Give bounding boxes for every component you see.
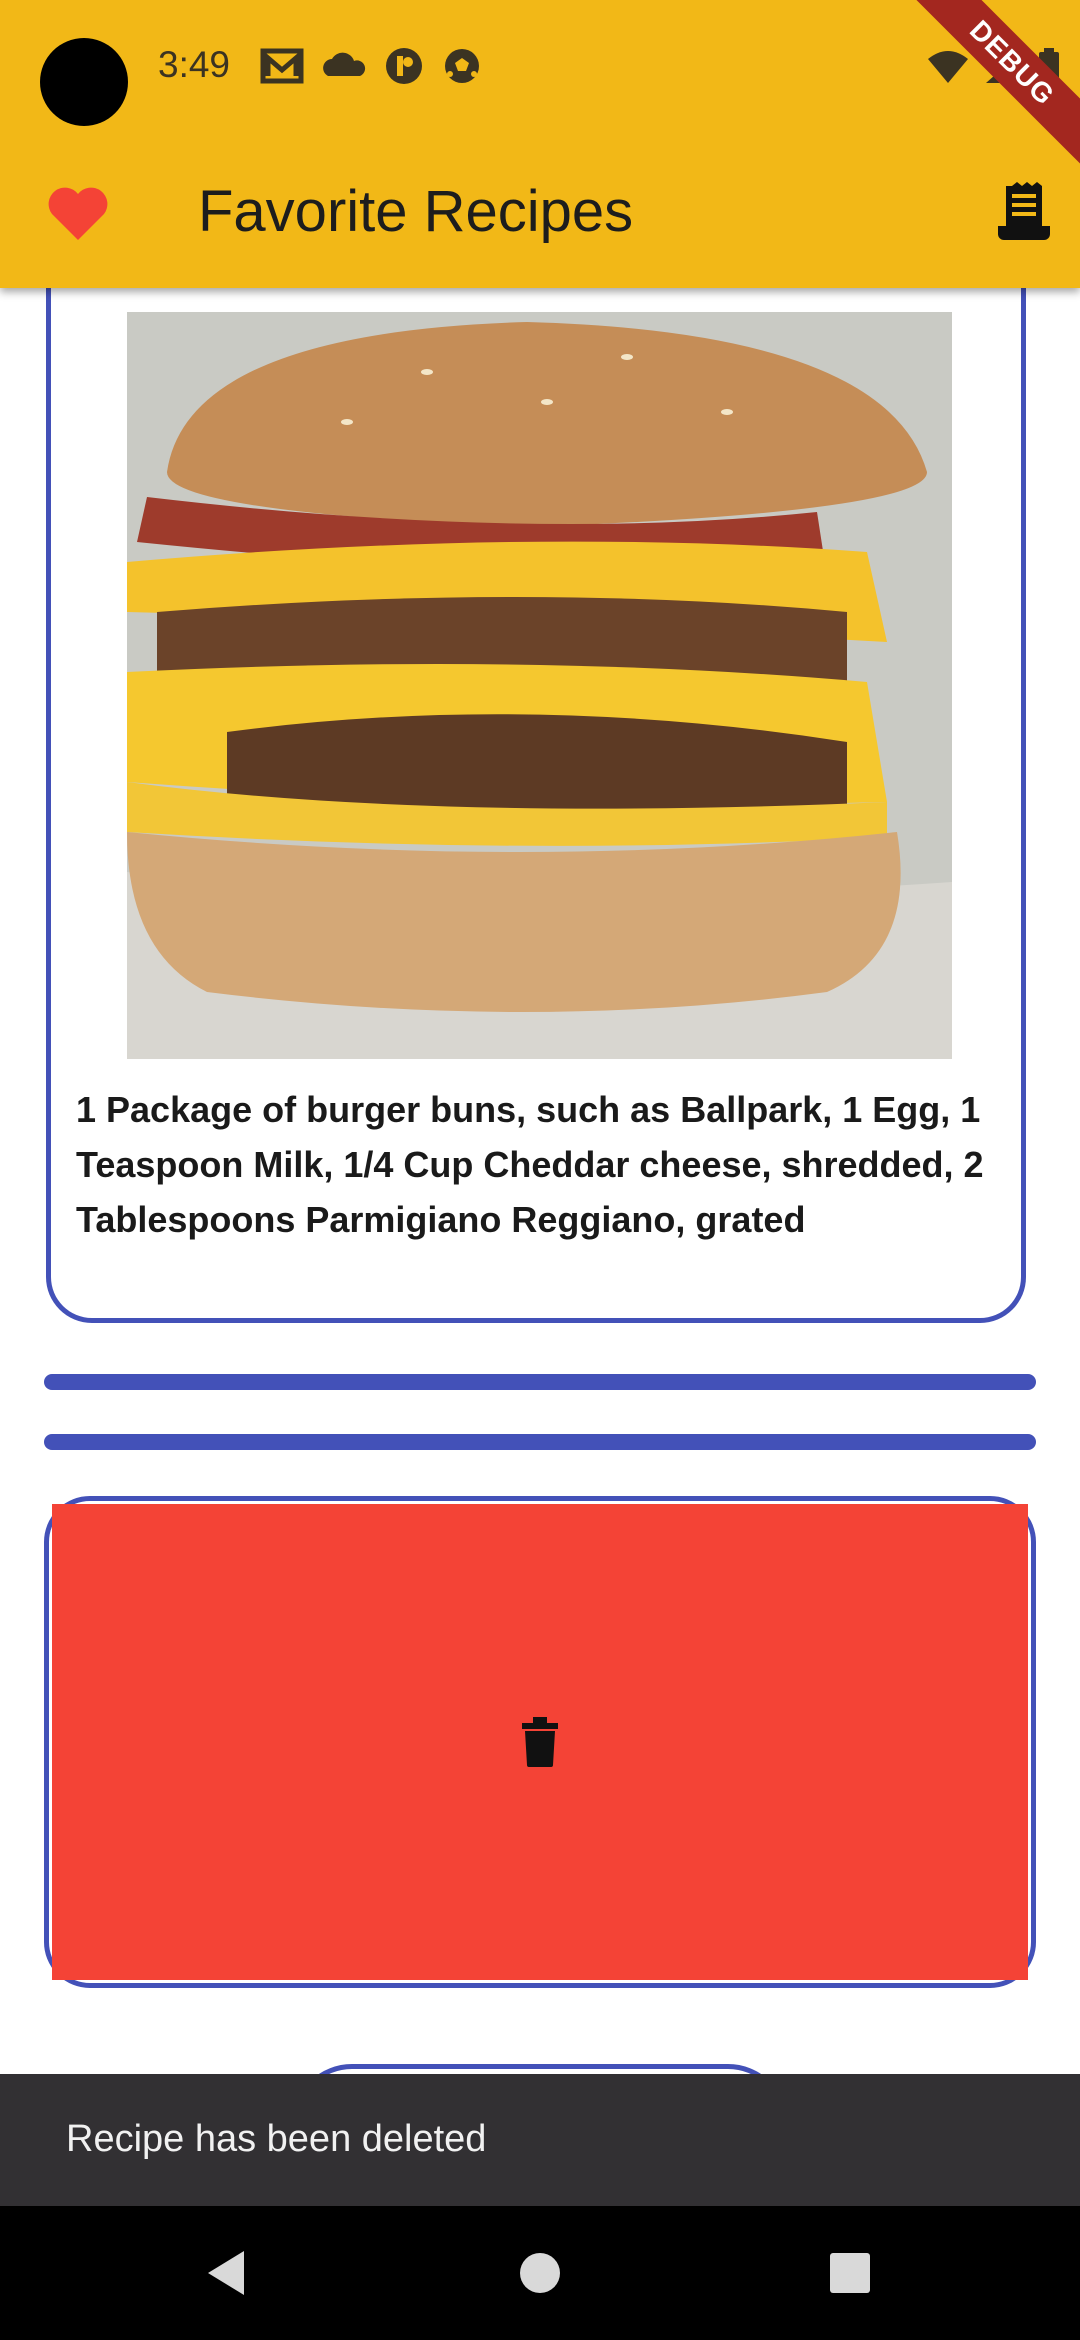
cloud-icon bbox=[323, 52, 366, 76]
burger-photo bbox=[127, 312, 952, 1059]
back-icon bbox=[208, 2251, 244, 2295]
receipt-icon[interactable] bbox=[996, 182, 1052, 240]
heart-icon[interactable] bbox=[46, 184, 110, 242]
app-bar: 3:49 DEBUG Favorite Recipes bbox=[0, 0, 1080, 288]
recents-icon bbox=[830, 2253, 870, 2293]
trash-icon[interactable] bbox=[520, 1717, 560, 1767]
snackbar-message: Recipe has been deleted bbox=[66, 2118, 487, 2160]
snackbar: Recipe has been deleted bbox=[0, 2074, 1080, 2206]
card-divider bbox=[44, 1434, 1036, 1450]
soccer-icon bbox=[445, 49, 479, 83]
recents-button[interactable] bbox=[780, 2206, 920, 2340]
ingredients-text: 1 Package of burger buns, such as Ballpa… bbox=[76, 1089, 984, 1240]
status-time: 3:49 bbox=[158, 44, 231, 85]
home-icon bbox=[520, 2253, 560, 2293]
wifi-icon bbox=[928, 51, 968, 83]
gmail-icon bbox=[260, 48, 304, 84]
app-icon bbox=[386, 48, 422, 84]
home-button[interactable] bbox=[470, 2206, 610, 2340]
back-button[interactable] bbox=[156, 2206, 296, 2340]
page-title: Favorite Recipes bbox=[198, 179, 634, 244]
card-divider bbox=[44, 1374, 1036, 1390]
system-nav-bar bbox=[0, 2206, 1080, 2340]
status-icons bbox=[260, 46, 482, 86]
camera-cutout bbox=[40, 38, 128, 126]
